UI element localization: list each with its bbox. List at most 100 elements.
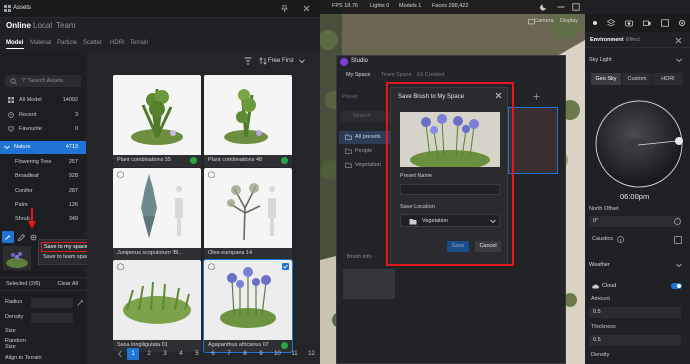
tab-underline xyxy=(6,48,24,49)
page-button[interactable]: 3 xyxy=(159,348,171,360)
image-icon[interactable] xyxy=(661,19,669,27)
preset-label: Vegetation xyxy=(355,162,381,168)
minimize-icon[interactable] xyxy=(557,4,565,10)
page-button[interactable]: 7 xyxy=(223,348,235,360)
sidebar-subitem-conifer[interactable]: Conifer 287 xyxy=(0,185,86,198)
custom-toggle[interactable]: Custom xyxy=(622,73,652,85)
tab-my-space[interactable]: My Space xyxy=(346,72,370,78)
chevron-left-icon[interactable] xyxy=(117,350,123,358)
sidebar-item-nature[interactable]: Nature 4713 xyxy=(0,141,86,154)
page-button[interactable]: 1 xyxy=(127,348,139,360)
display-button[interactable]: Display xyxy=(560,18,578,24)
video-icon[interactable] xyxy=(643,19,651,27)
brush-size-icon[interactable] xyxy=(77,299,84,306)
settings-icon[interactable] xyxy=(30,234,37,241)
cube-icon xyxy=(208,263,215,270)
save-to-team-space-menu-item[interactable]: Save to team space xyxy=(43,254,92,260)
tab-environment[interactable]: Environment xyxy=(590,37,624,43)
lights-readout: Lights 0 xyxy=(370,3,390,9)
thickness-input[interactable]: 0.5 xyxy=(589,335,681,346)
asset-card[interactable]: Juniperus scopulorum 'Bl... xyxy=(113,168,201,260)
tab-terrain[interactable]: Terrain xyxy=(130,40,148,46)
tab-model[interactable]: Model xyxy=(6,40,23,46)
moon-icon[interactable] xyxy=(540,3,548,11)
add-icon[interactable] xyxy=(533,93,540,100)
pin-icon[interactable] xyxy=(281,5,288,12)
page-button[interactable]: 5 xyxy=(191,348,203,360)
layers-icon[interactable] xyxy=(607,19,615,27)
chevron-down-icon[interactable] xyxy=(676,58,682,63)
sidebar-item-all-model[interactable]: All Model 14092 xyxy=(0,94,86,107)
env-toolbar xyxy=(585,14,690,32)
camera-icon[interactable] xyxy=(625,19,633,27)
chevron-down-icon[interactable] xyxy=(676,263,682,268)
sidebar-subitem-shrub[interactable]: Shrub 349 xyxy=(0,213,86,226)
tab-scatter[interactable]: Scatter xyxy=(83,40,102,46)
cloud-toggle[interactable] xyxy=(671,283,682,289)
compass-icon[interactable] xyxy=(674,218,681,225)
density-slider[interactable] xyxy=(31,313,73,323)
north-offset-label: North Offset xyxy=(589,206,619,212)
filter-icon[interactable] xyxy=(244,57,252,65)
geo-sky-toggle[interactable]: Geo Sky xyxy=(591,73,621,85)
settings-icon[interactable] xyxy=(678,19,686,27)
sidebar-item-favourite[interactable]: Favourite 0 xyxy=(0,123,86,136)
tab-eli-created[interactable]: Eli Created xyxy=(417,72,444,78)
density-label: Density xyxy=(591,352,610,358)
preset-all-presets[interactable]: All presets xyxy=(339,131,391,144)
radius-slider[interactable] xyxy=(31,298,73,308)
param-label: Size xyxy=(5,328,16,334)
tab-online[interactable]: Online xyxy=(6,21,31,30)
tab-local[interactable]: Local xyxy=(33,21,52,30)
page-button[interactable]: 8 xyxy=(239,348,251,360)
studio-search-input[interactable]: Search xyxy=(341,111,391,122)
page-button[interactable]: 10 xyxy=(271,348,284,360)
page-button[interactable]: 12 xyxy=(305,348,318,360)
brush-tool-button[interactable] xyxy=(2,231,14,243)
tab-material[interactable]: Material xyxy=(30,40,51,46)
pencil-icon[interactable] xyxy=(18,234,25,241)
preset-vegetation[interactable]: Vegetation xyxy=(339,159,391,172)
preset-people[interactable]: People xyxy=(339,145,391,158)
clear-all-button[interactable]: Clear All xyxy=(58,281,78,287)
studio-title: Studio xyxy=(351,58,369,64)
page-button[interactable]: 6 xyxy=(207,348,219,360)
tab-team[interactable]: Team xyxy=(56,21,76,30)
page-button[interactable]: 9 xyxy=(255,348,267,360)
sidebar-subitem-flowering-tree[interactable]: Flowering Tree 257 xyxy=(0,156,86,169)
tab-hdri[interactable]: HDRI xyxy=(110,40,125,46)
sidebar-item-count: 3 xyxy=(74,112,78,118)
sort-dropdown[interactable]: Free First xyxy=(268,58,294,64)
hdri-toggle[interactable]: HDRI xyxy=(653,73,683,85)
sun-icon[interactable] xyxy=(591,19,599,27)
selected-checkbox[interactable] xyxy=(282,263,289,270)
asset-card[interactable]: Plant combinations 48 xyxy=(204,75,292,167)
brush-thumbnail[interactable] xyxy=(3,246,31,270)
page-button[interactable]: 4 xyxy=(175,348,187,360)
chevron-down-icon[interactable] xyxy=(299,59,305,64)
caustics-checkbox[interactable] xyxy=(674,236,682,244)
sidebar-item-recent[interactable]: Recent 3 xyxy=(0,109,86,122)
maximize-icon[interactable] xyxy=(572,3,580,11)
sidebar-subitem-broadleaf[interactable]: Broadleaf 928 xyxy=(0,170,86,183)
page-button[interactable]: 2 xyxy=(143,348,155,360)
asset-card[interactable]: Sasa longiligulata 01 xyxy=(113,260,201,352)
sun-position-dial[interactable] xyxy=(594,99,684,189)
sidebar-subitem-palm[interactable]: Palm 126 xyxy=(0,199,86,212)
north-offset-input[interactable]: 0° xyxy=(589,216,681,227)
close-icon[interactable] xyxy=(675,37,682,44)
asset-card[interactable]: Plant combinations 55 xyxy=(113,75,201,167)
tab-effect[interactable]: Effect xyxy=(626,37,640,43)
asset-card[interactable]: Olea europaea 14 xyxy=(204,168,292,260)
camera-button[interactable]: Camera xyxy=(534,18,554,24)
sort-icon[interactable] xyxy=(259,57,267,65)
asset-card-selected[interactable]: Agapanthus africanus 07 xyxy=(203,259,293,353)
search-input[interactable]: "/" Search Assets xyxy=(5,75,81,87)
plant-thumbnail-icon xyxy=(6,252,28,268)
amount-input[interactable]: 0.5 xyxy=(589,307,681,318)
page-button[interactable]: 11 xyxy=(288,348,301,360)
tab-team-space[interactable]: Team Space xyxy=(381,72,412,78)
tab-particle[interactable]: Particle xyxy=(57,40,77,46)
preset-thumbnail[interactable] xyxy=(508,107,558,174)
close-icon[interactable] xyxy=(303,5,310,12)
